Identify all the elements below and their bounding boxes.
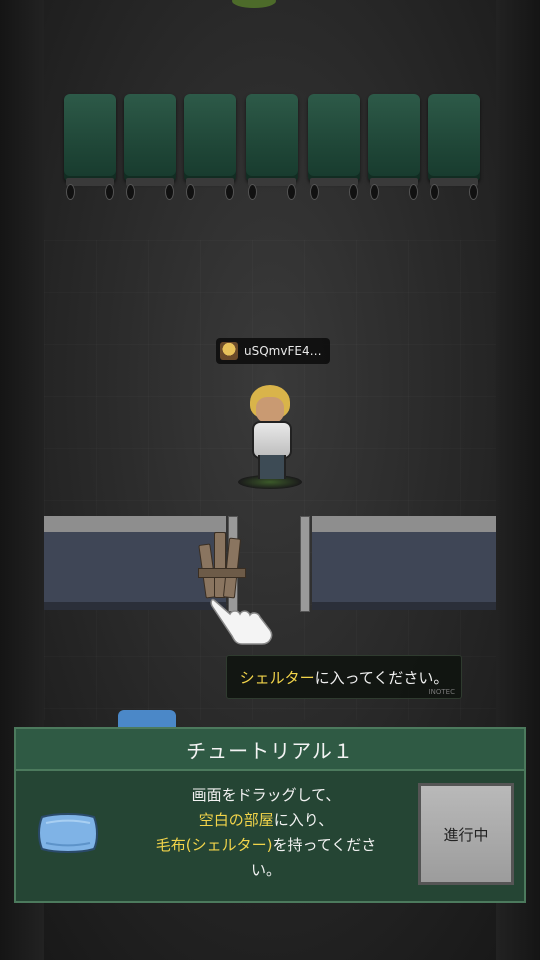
bed — [246, 94, 298, 202]
instruction-line: 毛布(シェルター)を持ってくださ — [155, 836, 377, 854]
bed — [368, 94, 420, 202]
hint-bubble: シェルター に入ってください。 INOTEC — [226, 655, 462, 699]
tutorial-title: チュートリアル１ — [16, 729, 524, 771]
instruction-line: 画面をドラッグして、 — [191, 786, 341, 804]
bed — [428, 94, 480, 202]
bed — [184, 94, 236, 202]
room-wall-right — [312, 516, 496, 610]
bed — [64, 94, 116, 202]
hint-tag: INOTEC — [428, 688, 455, 696]
player-avatar-icon — [220, 342, 238, 360]
tutorial-panel: チュートリアル１ 画面をドラッグして、 空白の部屋に入り、 毛布(シェルター)を… — [14, 727, 526, 903]
pointing-hand-icon — [210, 598, 273, 645]
hint-text: に入ってください。 — [314, 668, 449, 687]
hint-highlight: シェルター — [239, 668, 315, 687]
plant-decoration — [232, 0, 276, 8]
bed — [124, 94, 176, 202]
wooden-shelter-icon[interactable] — [198, 530, 246, 599]
player-nametag: uSQmvFE4… — [216, 338, 330, 364]
instruction-line: 空白の部屋に入り、 — [198, 811, 334, 829]
doorway-post — [300, 516, 310, 612]
instruction-line: い。 — [250, 861, 281, 879]
blanket-icon — [38, 813, 98, 853]
player-name: uSQmvFE4… — [244, 344, 322, 358]
tutorial-instructions: 画面をドラッグして、 空白の部屋に入り、 毛布(シェルター)を持ってくださ い。 — [116, 783, 416, 883]
bed — [308, 94, 360, 202]
player-character[interactable] — [238, 385, 302, 489]
in-progress-button[interactable]: 進行中 — [418, 783, 514, 885]
